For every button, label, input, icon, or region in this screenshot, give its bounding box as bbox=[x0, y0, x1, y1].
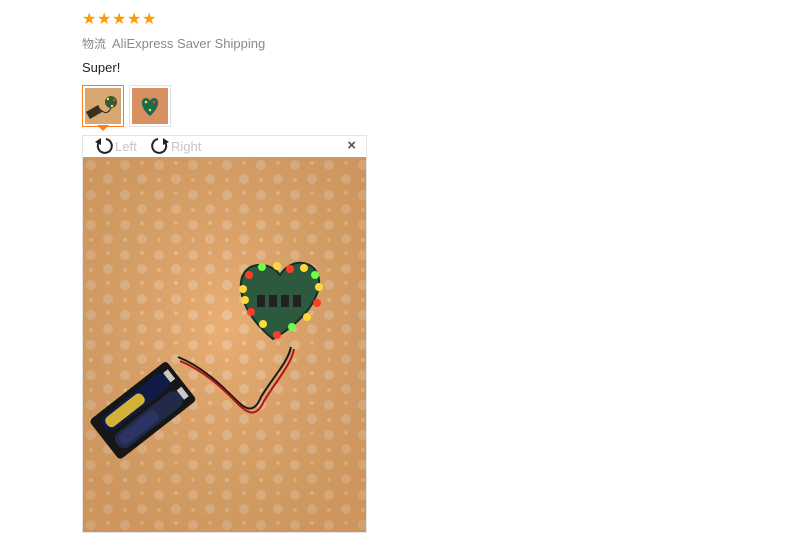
review-photo[interactable] bbox=[83, 157, 366, 532]
viewer-toolbar: Left Right × bbox=[83, 136, 366, 157]
star-icon: ★ bbox=[97, 11, 112, 28]
review-text: Super! bbox=[82, 60, 121, 75]
selected-indicator bbox=[97, 125, 109, 131]
rotate-left-label: Left bbox=[115, 138, 137, 154]
star-icon: ★ bbox=[82, 11, 97, 28]
photo-thumbnails bbox=[82, 85, 176, 131]
shipping-method: AliExpress Saver Shipping bbox=[112, 36, 266, 51]
close-icon[interactable]: × bbox=[347, 138, 356, 154]
photo-thumbnail-1[interactable] bbox=[82, 85, 124, 131]
rotate-left-button[interactable]: Left bbox=[93, 136, 137, 156]
star-icon: ★ bbox=[142, 11, 157, 28]
star-rating: ★ ★ ★ ★ ★ bbox=[82, 12, 157, 28]
photo-thumbnail-2[interactable] bbox=[129, 85, 171, 127]
image-viewer: Left Right × bbox=[82, 135, 367, 533]
star-icon: ★ bbox=[127, 11, 142, 28]
rotate-right-button[interactable]: Right bbox=[149, 136, 201, 156]
shipping-info: 物流 AliExpress Saver Shipping bbox=[82, 35, 265, 52]
rotate-right-icon bbox=[151, 138, 169, 154]
rotate-left-icon bbox=[95, 138, 113, 154]
shipping-label: 物流 bbox=[82, 37, 107, 51]
star-icon: ★ bbox=[112, 11, 127, 28]
rotate-right-label: Right bbox=[171, 138, 202, 154]
